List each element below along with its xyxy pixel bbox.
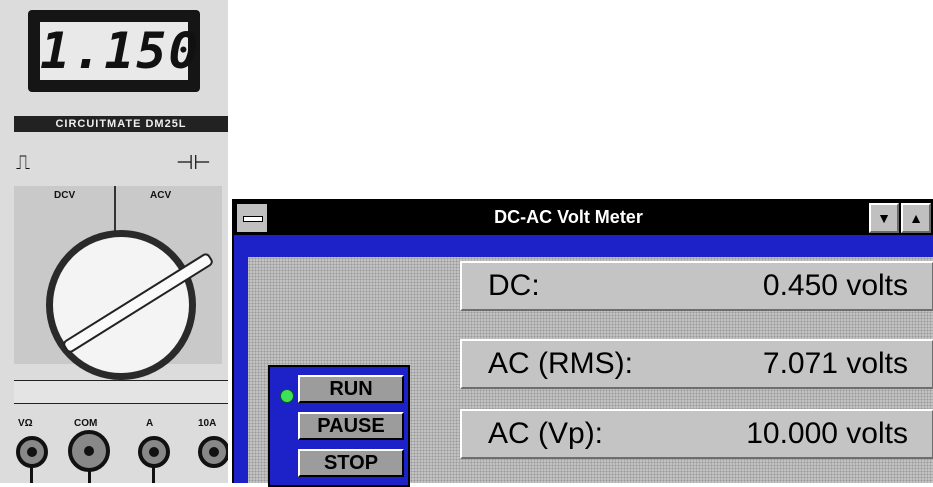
cap-range-strip xyxy=(14,380,228,404)
control-group: RUN PAUSE STOP xyxy=(268,365,410,487)
window-title: DC-AC Volt Meter xyxy=(494,207,643,227)
maximize-button[interactable]: ▲ xyxy=(901,203,931,233)
dc-readout: DC: 0.450 volts xyxy=(460,261,933,311)
meter-panel: RUN PAUSE STOP DC: 0.450 volts AC (RMS):… xyxy=(248,257,933,487)
continuity-icon: ⊣⊢ xyxy=(176,150,211,174)
meter-model-label: CIRCUITMATE DM25L xyxy=(14,116,228,132)
lcd-display: 1.150 xyxy=(40,22,201,80)
running-indicator-light xyxy=(280,389,294,403)
jack-label-com: COM xyxy=(74,418,98,429)
multimeter-image: 1.150 CIRCUITMATE DM25L ⎍ ⊣⊢ DCV ACV VΩ … xyxy=(0,0,228,483)
dc-value: 0.450 volts xyxy=(762,269,908,302)
title-bar[interactable]: DC-AC Volt Meter ▼ ▲ xyxy=(234,201,933,233)
run-button[interactable]: RUN xyxy=(298,375,404,403)
test-lead xyxy=(88,468,91,483)
ac-vp-label: AC (Vp): xyxy=(488,417,604,450)
square-wave-icon: ⎍ xyxy=(16,150,30,174)
jack-10a xyxy=(198,436,228,468)
window-client-area: RUN PAUSE STOP DC: 0.450 volts AC (RMS):… xyxy=(234,235,933,487)
system-menu-button[interactable] xyxy=(236,203,268,233)
jack-com xyxy=(68,430,110,472)
ac-rms-label: AC (RMS): xyxy=(488,347,633,380)
ac-vp-value: 10.000 volts xyxy=(746,417,908,450)
pause-button[interactable]: PAUSE xyxy=(298,412,404,440)
minimize-button[interactable]: ▼ xyxy=(869,203,899,233)
dcv-label: DCV xyxy=(54,190,76,201)
jack-label-a: A xyxy=(146,418,154,429)
dc-label: DC: xyxy=(488,269,540,302)
ac-vp-readout: AC (Vp): 10.000 volts xyxy=(460,409,933,459)
ac-rms-readout: AC (RMS): 7.071 volts xyxy=(460,339,933,389)
stop-button[interactable]: STOP xyxy=(298,449,404,477)
acv-label: ACV xyxy=(150,190,172,201)
volt-meter-window: DC-AC Volt Meter ▼ ▲ RUN PAUSE STOP DC: … xyxy=(232,199,933,487)
jack-label-vohm: VΩ xyxy=(18,418,33,429)
test-lead xyxy=(30,464,33,483)
test-lead xyxy=(152,464,155,483)
jack-label-10a: 10A xyxy=(198,418,217,429)
ac-rms-value: 7.071 volts xyxy=(762,347,908,380)
